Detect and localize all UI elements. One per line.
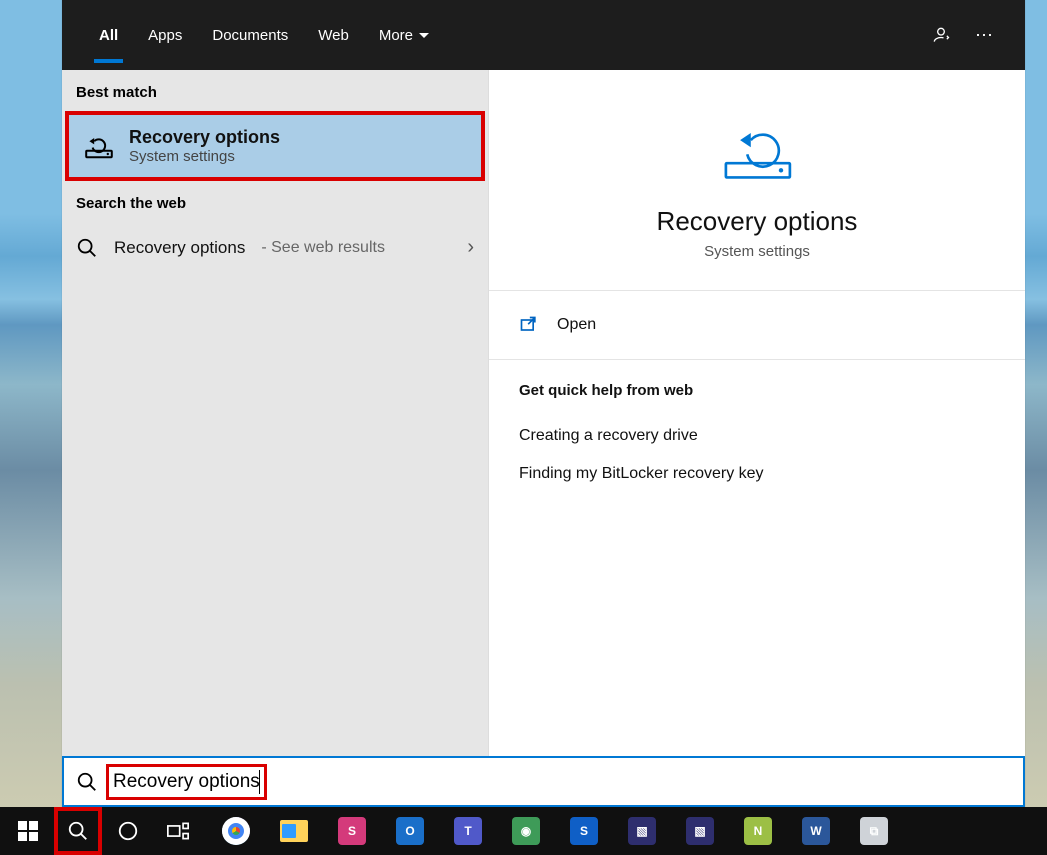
results-left-column: Best match Recovery options System setti… <box>62 70 489 756</box>
taskbar-app-remote1[interactable]: ▧ <box>620 811 664 851</box>
open-action[interactable]: Open <box>489 291 1025 359</box>
search-input-container[interactable]: Recovery options <box>62 756 1025 807</box>
taskbar-app-teams[interactable]: T <box>446 811 490 851</box>
start-button[interactable] <box>4 807 52 855</box>
taskbar-app-word[interactable]: W <box>794 811 838 851</box>
recovery-icon-large <box>717 110 797 188</box>
cortana-icon <box>117 820 139 842</box>
quick-help-link[interactable]: Creating a recovery drive <box>519 417 995 455</box>
taskbar-app-remote2[interactable]: ▧ <box>678 811 722 851</box>
taskbar-app-outlook[interactable]: O <box>388 811 432 851</box>
taskbar-app-notepadpp[interactable]: N <box>736 811 780 851</box>
search-icon <box>67 820 89 842</box>
more-options-icon[interactable]: ⋯ <box>963 0 1007 70</box>
best-match-title: Recovery options <box>129 127 280 148</box>
results-body: Best match Recovery options System setti… <box>62 70 1025 756</box>
search-icon <box>76 237 98 259</box>
tab-all[interactable]: All <box>84 0 133 70</box>
detail-links-header: Get quick help from web <box>519 382 995 399</box>
tab-bar: All Apps Documents Web More ⋯ <box>62 0 1025 70</box>
detail-title: Recovery options <box>489 206 1025 237</box>
web-item-label: Recovery options <box>114 238 245 258</box>
tab-more-label: More <box>379 27 413 44</box>
web-item-suffix: - See web results <box>261 239 385 257</box>
cortana-button[interactable] <box>104 807 152 855</box>
task-view-button[interactable] <box>154 807 202 855</box>
taskbar-app-monitor[interactable]: ⧉ <box>852 811 896 851</box>
detail-links: Get quick help from web Creating a recov… <box>489 360 1025 515</box>
taskbar-app-file-explorer[interactable] <box>272 811 316 851</box>
results-right-column: Recovery options System settings Open Ge… <box>489 70 1025 756</box>
search-panel: All Apps Documents Web More ⋯ Best match <box>62 0 1025 807</box>
taskbar-app-globe[interactable]: ◉ <box>504 811 548 851</box>
best-match-item[interactable]: Recovery options System settings <box>65 111 485 181</box>
windows-icon <box>18 821 38 841</box>
best-match-header: Best match <box>62 70 488 111</box>
tab-web[interactable]: Web <box>303 0 364 70</box>
chevron-right-icon: › <box>467 236 474 259</box>
chevron-down-icon <box>419 33 429 38</box>
tab-documents[interactable]: Documents <box>197 0 303 70</box>
tab-more[interactable]: More <box>364 0 444 70</box>
detail-hero: Recovery options System settings <box>489 70 1025 291</box>
feedback-icon[interactable] <box>919 0 963 70</box>
open-label: Open <box>557 316 596 334</box>
open-icon <box>519 315 539 335</box>
detail-actions: Open <box>489 291 1025 360</box>
best-match-subtitle: System settings <box>129 148 280 165</box>
taskbar-app-shield[interactable]: S <box>562 811 606 851</box>
taskbar: SOT◉S▧▧NW⧉ <box>0 807 1047 855</box>
taskbar-app-snip[interactable]: S <box>330 811 374 851</box>
taskbar-app-chrome[interactable] <box>214 811 258 851</box>
task-view-icon <box>167 821 189 841</box>
detail-subtitle: System settings <box>489 243 1025 260</box>
search-taskbar-button[interactable] <box>54 807 102 855</box>
quick-help-link[interactable]: Finding my BitLocker recovery key <box>519 455 995 493</box>
best-match-text: Recovery options System settings <box>129 127 280 165</box>
recovery-icon <box>83 130 115 162</box>
search-web-header: Search the web <box>62 181 488 222</box>
tab-apps[interactable]: Apps <box>133 0 197 70</box>
search-web-item[interactable]: Recovery options - See web results › <box>62 222 488 273</box>
